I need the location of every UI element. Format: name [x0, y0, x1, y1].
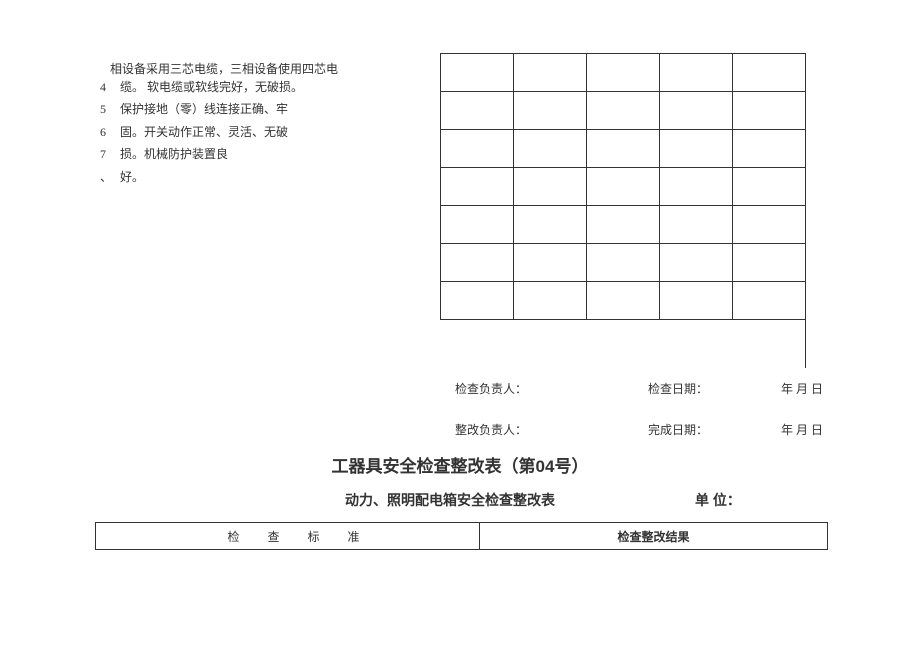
- table-row: [441, 282, 806, 320]
- grid-cell: [660, 54, 733, 92]
- grid-cell: [514, 92, 587, 130]
- item-text: 好。: [120, 167, 390, 187]
- item-text: 损。机械防护装置良: [120, 144, 390, 164]
- table-row: [441, 130, 806, 168]
- grid-cell: [733, 282, 806, 320]
- grid-cell: [660, 282, 733, 320]
- grid-cell: [514, 282, 587, 320]
- grid-cell: [587, 206, 660, 244]
- grid-cell: [441, 282, 514, 320]
- grid-cell: [733, 130, 806, 168]
- item-number: 7: [100, 144, 120, 164]
- grid-cell: [587, 92, 660, 130]
- grid-cell: [514, 206, 587, 244]
- grid-cell: [441, 320, 806, 368]
- form-subtitle: 动力、照明配电箱安全检查整改表: [345, 490, 555, 510]
- signature-block: 检查负责人： 检查日期： 年 月 日 整改负责人： 完成日期： 年 月 日: [455, 380, 823, 462]
- table-row: [441, 244, 806, 282]
- table-row: [441, 320, 806, 368]
- grid-cell: [587, 282, 660, 320]
- item-text: 固。开关动作正常、灵活、无破: [120, 122, 390, 142]
- checklist-items: 4 缆。 软电缆或软线完好，无破损。 5 保护接地（零）线连接正确、牢 6 固。…: [100, 55, 390, 189]
- item-text: 缆。 软电缆或软线完好，无破损。: [120, 77, 390, 97]
- table-row: [441, 168, 806, 206]
- list-item: 6 固。开关动作正常、灵活、无破: [100, 122, 390, 142]
- grid-cell: [441, 206, 514, 244]
- complete-date-label: 完成日期：: [648, 421, 778, 440]
- grid-cell: [733, 54, 806, 92]
- list-item: 5 保护接地（零）线连接正确、牢: [100, 99, 390, 119]
- inspector-label: 检查负责人：: [455, 380, 645, 399]
- table-row: 检查标准 检查整改结果: [96, 523, 828, 550]
- result-grid: [440, 53, 806, 368]
- item-number: 、: [100, 167, 120, 187]
- list-item: 7 损。机械防护装置良: [100, 144, 390, 164]
- grid-cell: [441, 244, 514, 282]
- col-check-result: 检查整改结果: [480, 523, 828, 550]
- grid-cell: [660, 244, 733, 282]
- grid-cell: [441, 54, 514, 92]
- date-format: 年 月 日: [781, 421, 823, 440]
- table-row: [441, 206, 806, 244]
- grid-cell: [441, 130, 514, 168]
- grid-cell: [514, 244, 587, 282]
- grid-cell: [733, 206, 806, 244]
- grid-cell: [514, 54, 587, 92]
- grid-cell: [587, 54, 660, 92]
- inspector-row: 检查负责人： 检查日期： 年 月 日: [455, 380, 823, 399]
- item-number: 6: [100, 122, 120, 142]
- grid-cell: [587, 130, 660, 168]
- table-row: [441, 54, 806, 92]
- date-format: 年 月 日: [781, 380, 823, 399]
- rectifier-row: 整改负责人： 完成日期： 年 月 日: [455, 421, 823, 440]
- list-item: 4 缆。 软电缆或软线完好，无破损。: [100, 77, 390, 97]
- rectifier-label: 整改负责人：: [455, 421, 645, 440]
- grid-cell: [660, 92, 733, 130]
- grid-cell: [441, 92, 514, 130]
- grid-cell: [660, 168, 733, 206]
- grid-cell: [733, 168, 806, 206]
- item-number: 5: [100, 99, 120, 119]
- grid-cell: [587, 168, 660, 206]
- grid-cell: [660, 130, 733, 168]
- item-number: 4: [100, 77, 120, 97]
- form-title: 工器具安全检查整改表（第04号）: [0, 452, 920, 477]
- grid-cell: [514, 130, 587, 168]
- grid-cell: [441, 168, 514, 206]
- grid-cell: [587, 244, 660, 282]
- grid-cell: [733, 92, 806, 130]
- grid-cell: [660, 206, 733, 244]
- table-row: [441, 92, 806, 130]
- header-table: 检查标准 检查整改结果: [95, 522, 828, 550]
- list-item: 、 好。: [100, 167, 390, 187]
- inspect-date-label: 检查日期：: [648, 380, 778, 399]
- col-check-standard: 检查标准: [96, 523, 480, 550]
- grid-cell: [733, 244, 806, 282]
- unit-label: 单 位：: [695, 490, 741, 510]
- item-text: 保护接地（零）线连接正确、牢: [120, 99, 390, 119]
- grid-cell: [514, 168, 587, 206]
